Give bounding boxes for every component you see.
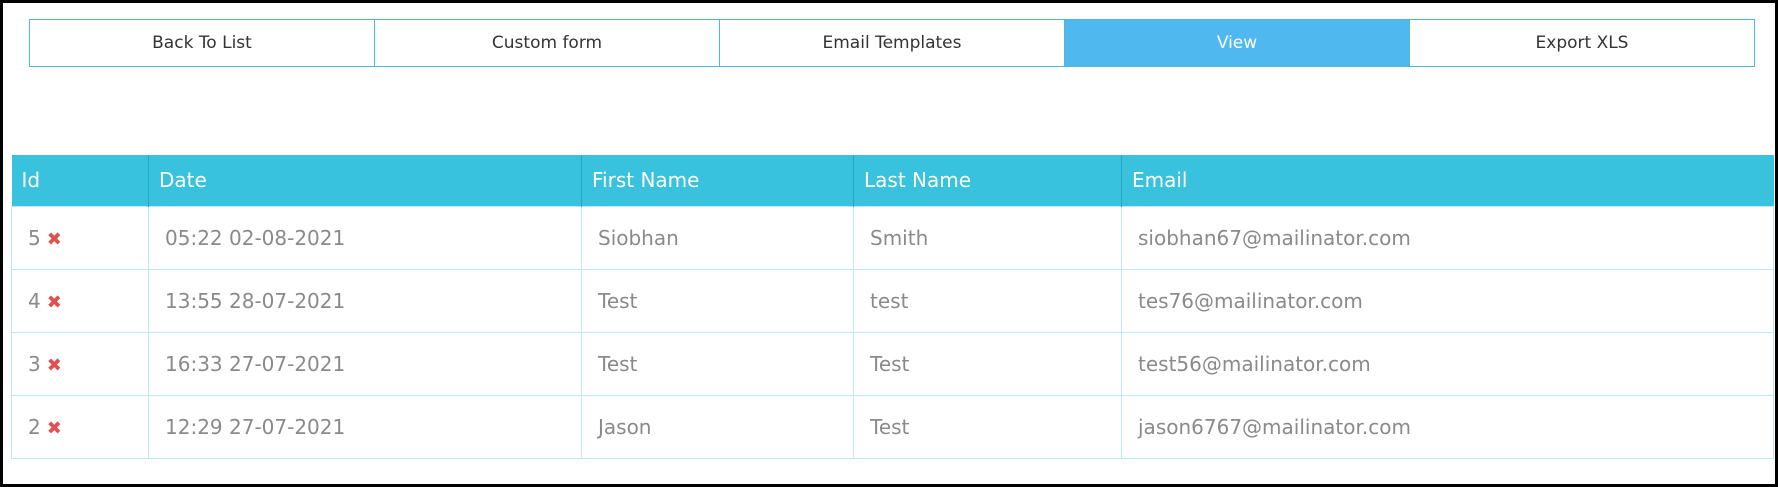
table-header-row: Id Date First Name Last Name Email (11, 155, 1774, 206)
cell-last-name: Test (853, 394, 1122, 459)
cell-first-name: Test (581, 331, 854, 396)
column-header-date[interactable]: Date (148, 155, 582, 206)
row-id: 3 (28, 351, 41, 376)
tab-custom-form[interactable]: Custom form (375, 20, 720, 66)
cell-email: siobhan67@mailinator.com (1121, 205, 1774, 270)
tab-export-xls[interactable]: Export XLS (1410, 20, 1754, 66)
cell-date: 12:29 27-07-2021 (148, 394, 582, 459)
cell-email: tes76@mailinator.com (1121, 268, 1774, 333)
tab-email-templates[interactable]: Email Templates (720, 20, 1065, 66)
column-header-id[interactable]: Id (11, 155, 149, 206)
column-header-first-name[interactable]: First Name (581, 155, 854, 206)
cell-last-name: Smith (853, 205, 1122, 270)
cell-id: 5 ✖ (11, 205, 149, 270)
close-icon[interactable]: ✖ (47, 355, 62, 376)
cell-date: 13:55 28-07-2021 (148, 268, 582, 333)
table-row: 3 ✖ 16:33 27-07-2021 Test Test test56@mai… (11, 331, 1774, 396)
table-row: 5 ✖ 05:22 02-08-2021 Siobhan Smith siobha… (11, 205, 1774, 270)
cell-id: 3 ✖ (11, 331, 149, 396)
cell-date: 05:22 02-08-2021 (148, 205, 582, 270)
cell-date: 16:33 27-07-2021 (148, 331, 582, 396)
row-id: 2 (28, 414, 41, 439)
row-id: 5 (28, 225, 41, 250)
row-id: 4 (28, 288, 41, 313)
tab-view[interactable]: View (1065, 20, 1410, 66)
cell-id: 4 ✖ (11, 268, 149, 333)
table-row: 2 ✖ 12:29 27-07-2021 Jason Test jason6767… (11, 394, 1774, 459)
table-row: 4 ✖ 13:55 28-07-2021 Test test tes76@mail… (11, 268, 1774, 333)
tab-back-to-list[interactable]: Back To List (30, 20, 375, 66)
cell-email: test56@mailinator.com (1121, 331, 1774, 396)
cell-email: jason6767@mailinator.com (1121, 394, 1774, 459)
column-header-last-name[interactable]: Last Name (853, 155, 1122, 206)
cell-last-name: Test (853, 331, 1122, 396)
cell-first-name: Jason (581, 394, 854, 459)
close-icon[interactable]: ✖ (47, 418, 62, 439)
close-icon[interactable]: ✖ (47, 229, 62, 250)
cell-last-name: test (853, 268, 1122, 333)
cell-first-name: Siobhan (581, 205, 854, 270)
cell-first-name: Test (581, 268, 854, 333)
column-header-email[interactable]: Email (1121, 155, 1774, 206)
close-icon[interactable]: ✖ (47, 292, 62, 313)
cell-id: 2 ✖ (11, 394, 149, 459)
tab-bar: Back To List Custom form Email Templates… (29, 19, 1755, 67)
submissions-table: Id Date First Name Last Name Email 5 ✖ 05… (11, 155, 1774, 459)
window-frame: Back To List Custom form Email Templates… (0, 0, 1778, 487)
